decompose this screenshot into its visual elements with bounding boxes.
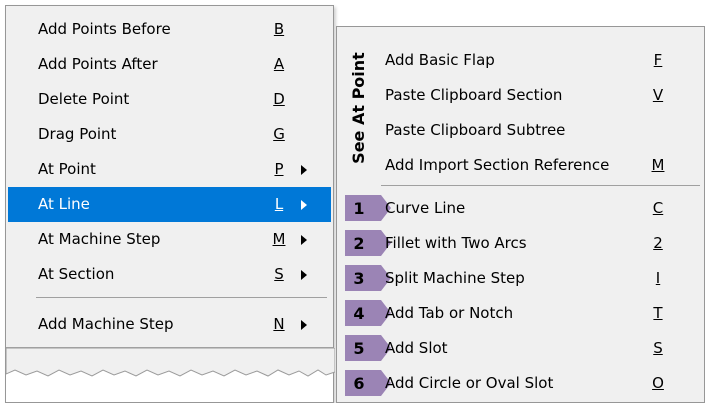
menu-item-at-point[interactable]: At Point P [8,152,331,187]
menu-item-add-machine-step[interactable]: Add Machine Step N [8,307,331,342]
shortcut-key: A [273,55,285,73]
shortcut-key: F [653,51,663,69]
submenu-arrow-icon [301,200,307,210]
menu-item-label: Add Basic Flap [385,51,495,69]
shortcut-key: M [651,156,665,174]
shortcut-key: O [652,374,664,392]
svg-text:5: 5 [353,339,364,358]
shortcut-key: T [653,304,663,322]
menu-separator [381,185,700,186]
menu-item-label: Delete Point [38,90,130,108]
menu-item-label: Add Points After [38,55,158,73]
shortcut-key: S [274,265,284,283]
submenu-item-split-machine-step[interactable]: Split Machine Step I [381,261,702,296]
menu-item-label: At Line [38,195,90,213]
submenu-item-add-import-section-reference[interactable]: Add Import Section Reference M [381,148,702,183]
submenu-item-fillet-with-two-arcs[interactable]: Fillet with Two Arcs 2 [381,226,702,261]
menu-item-label: At Machine Step [38,230,161,248]
shortcut-key: V [652,86,664,104]
context-menu: Add Points Before B Add Points After A D… [5,5,335,403]
torn-edge [6,348,335,402]
menu-item-label: Drag Point [38,125,117,143]
menu-item-add-points-after[interactable]: Add Points After A [8,47,331,82]
submenu-item-add-tab-or-notch[interactable]: Add Tab or Notch T [381,296,702,331]
menu-item-label: Add Circle or Oval Slot [385,374,554,392]
at-line-submenu: See At Point Add Basic Flap F Paste Clip… [336,26,705,403]
shortcut-key: G [273,125,285,143]
svg-text:2: 2 [353,234,364,253]
menu-item-at-section[interactable]: At Section S [8,257,331,292]
menu-item-drag-point[interactable]: Drag Point G [8,117,331,152]
menu-item-at-machine-step[interactable]: At Machine Step M [8,222,331,257]
submenu-item-paste-clipboard-subtree[interactable]: Paste Clipboard Subtree [381,113,702,148]
submenu-item-paste-clipboard-section[interactable]: Paste Clipboard Section V [381,78,702,113]
menu-item-label: Add Slot [385,339,448,357]
shortcut-key: D [273,90,285,108]
svg-text:6: 6 [353,374,364,393]
shortcut-key: C [652,199,664,217]
shortcut-key: M [272,230,286,248]
shortcut-key: N [273,315,285,333]
submenu-item-add-slot[interactable]: Add Slot S [381,331,702,366]
submenu-item-curve-line[interactable]: Curve Line C [381,191,702,226]
menu-item-label: Paste Clipboard Section [385,86,563,104]
svg-text:1: 1 [353,199,364,218]
menu-item-add-points-before[interactable]: Add Points Before B [8,12,331,47]
shortcut-key: B [273,20,285,38]
submenu-arrow-icon [301,165,307,175]
submenu-arrow-icon [301,320,307,330]
submenu-arrow-icon [301,235,307,245]
svg-text:3: 3 [353,269,364,288]
shortcut-key: L [274,195,284,213]
see-at-point-text: See At Point [349,52,368,164]
menu-separator [36,297,327,298]
see-at-point-label: See At Point [341,33,375,183]
shortcut-key: P [274,160,284,178]
submenu-item-add-basic-flap[interactable]: Add Basic Flap F [381,43,702,78]
submenu-arrow-icon [301,270,307,280]
menu-item-at-line[interactable]: At Line L [8,187,331,222]
shortcut-key: 2 [653,234,663,252]
shortcut-key: I [655,269,661,287]
menu-item-label: Add Machine Step [38,315,174,333]
svg-text:4: 4 [353,304,364,323]
menu-item-label: Fillet with Two Arcs [385,234,527,252]
menu-item-label: At Section [38,265,115,283]
shortcut-key: S [653,339,663,357]
menu-item-label: Split Machine Step [385,269,525,287]
menu-item-label: Add Tab or Notch [385,304,514,322]
menu-item-label: At Point [38,160,96,178]
menu-item-label: Paste Clipboard Subtree [385,121,566,139]
menu-item-label: Curve Line [385,199,466,217]
menu-item-label: Add Import Section Reference [385,156,610,174]
menu-item-delete-point[interactable]: Delete Point D [8,82,331,117]
submenu-item-add-circle-or-oval-slot[interactable]: Add Circle or Oval Slot O [381,366,702,401]
menu-item-label: Add Points Before [38,20,171,38]
